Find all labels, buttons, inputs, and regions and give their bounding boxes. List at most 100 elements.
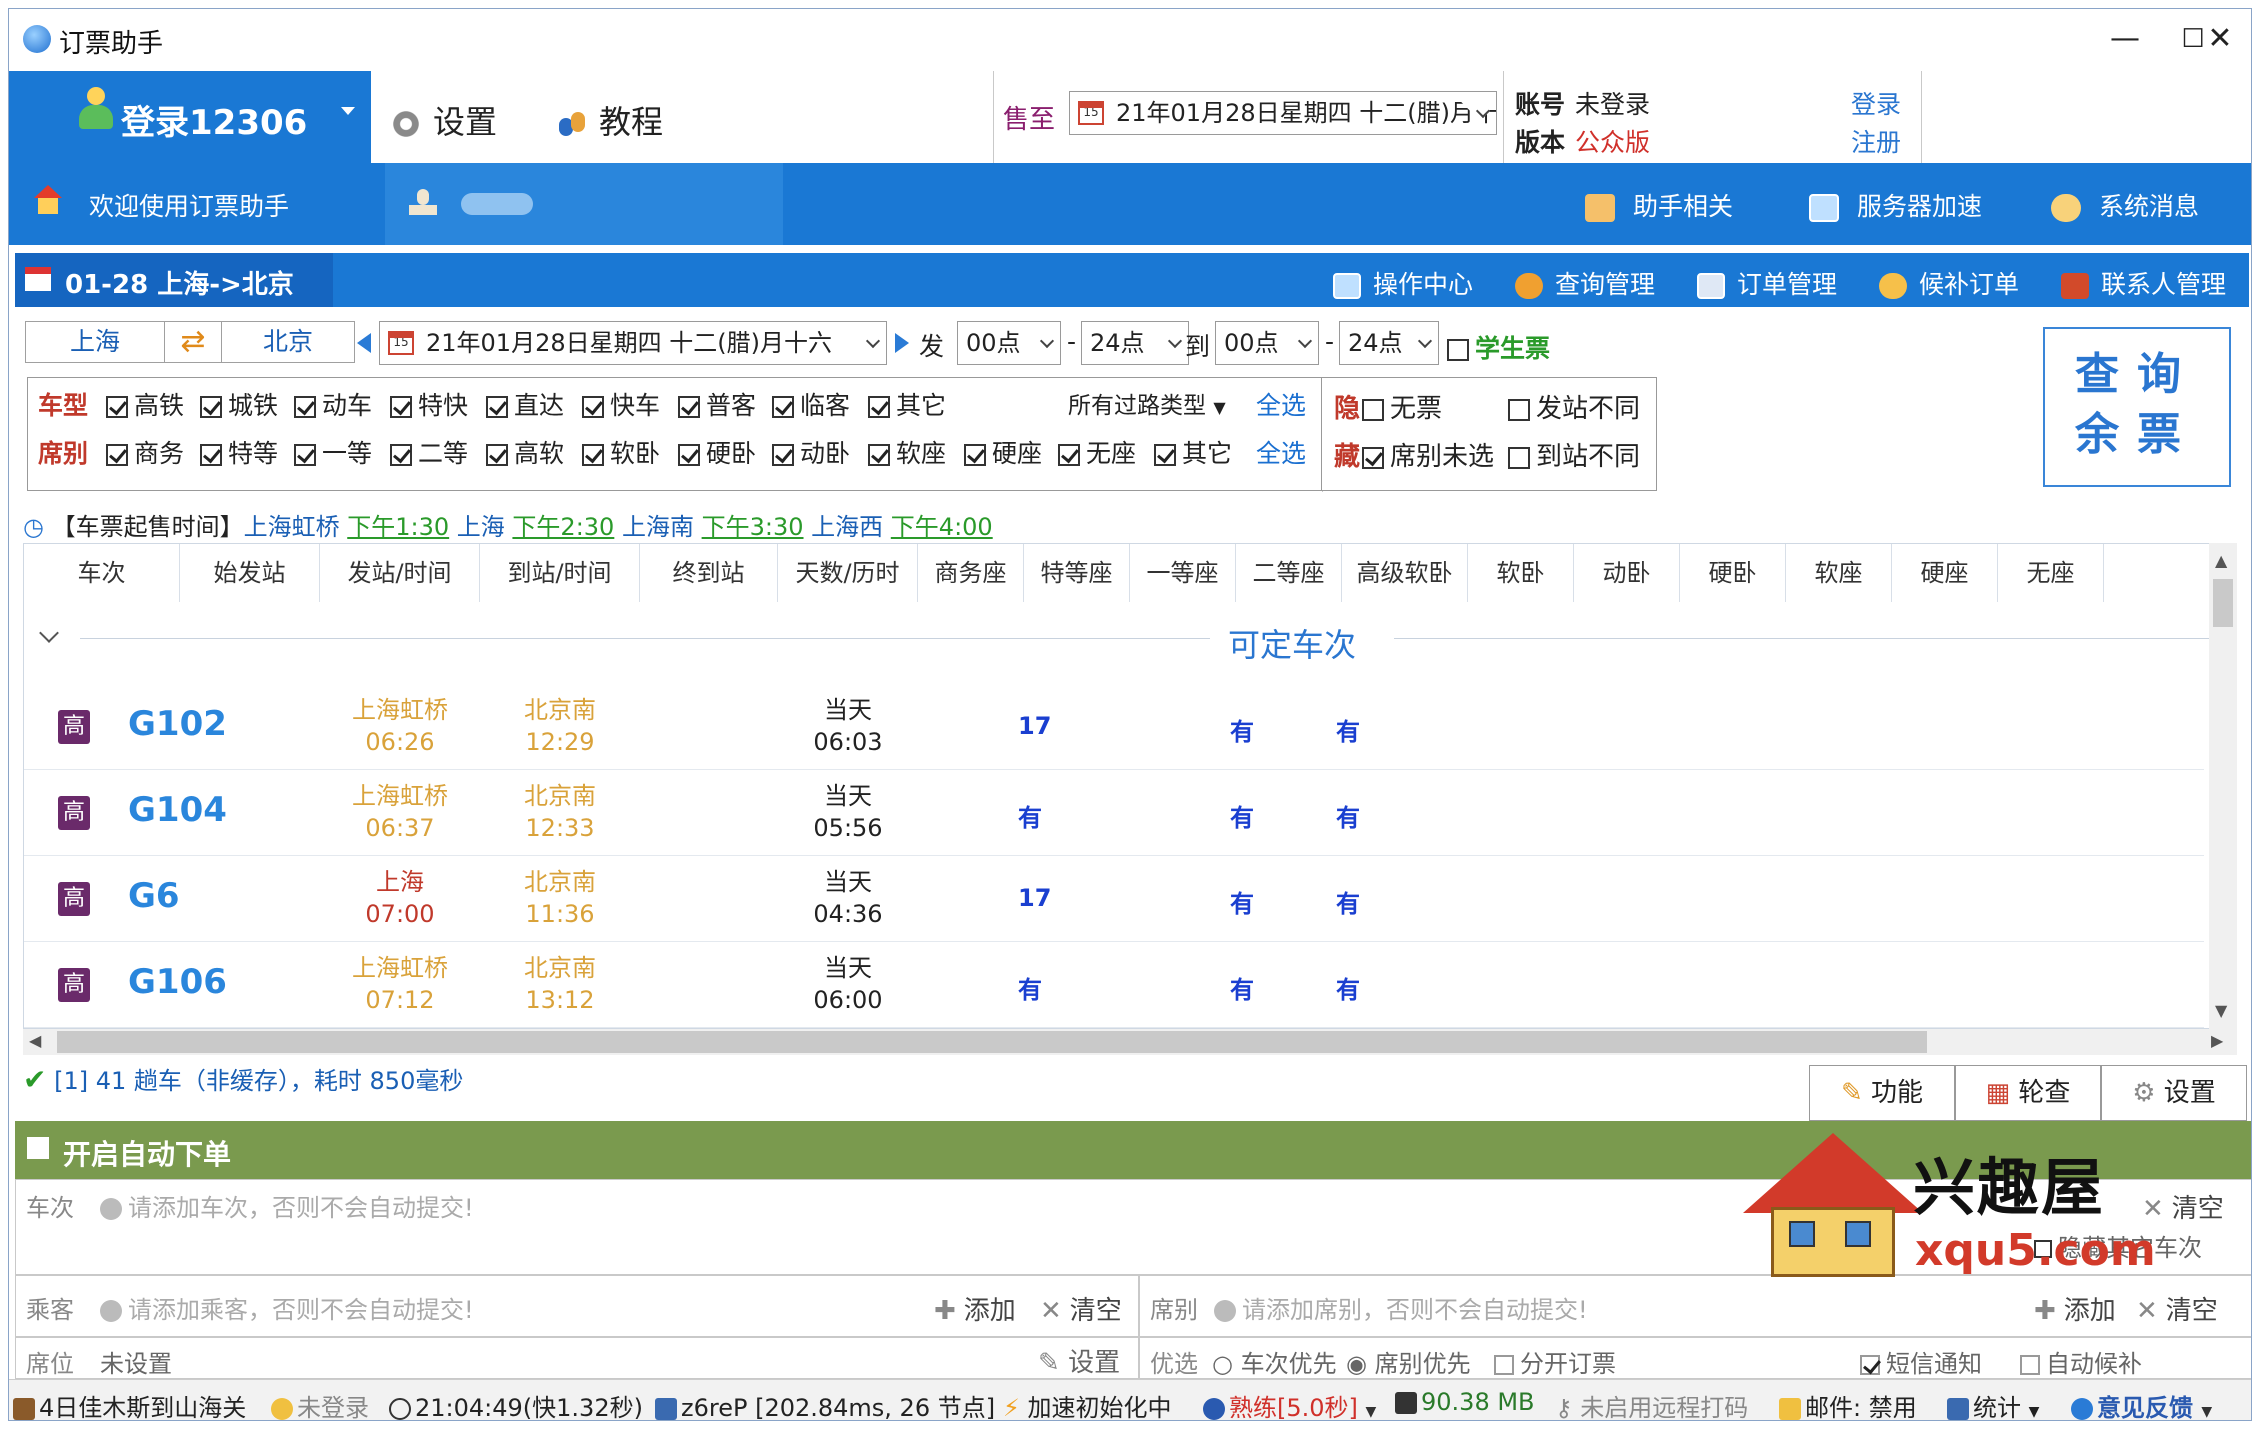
col-header[interactable]: 始发站	[180, 544, 320, 602]
checkbox[interactable]	[1058, 444, 1080, 466]
train-first-radio[interactable]: ○ 车次优先	[1212, 1344, 1337, 1379]
train-number[interactable]: G102	[128, 704, 227, 744]
to-station-input[interactable]: 北京	[221, 321, 355, 363]
second-class-seat[interactable]: 有	[1336, 798, 1360, 833]
checkbox[interactable]	[390, 444, 412, 466]
vertical-scrollbar[interactable]: ▲ ▼	[2209, 543, 2237, 1029]
login-link[interactable]: 登录	[1851, 85, 1901, 121]
contacts-manage-tab[interactable]: 联系人管理	[2061, 265, 2226, 301]
news-item[interactable]: 4日佳木斯到山海关	[13, 1388, 246, 1420]
type-dongche[interactable]: 动车	[294, 386, 372, 422]
scroll-up-icon[interactable]: ▲	[2215, 551, 2227, 570]
tutorial-button[interactable]: 教程	[557, 97, 663, 143]
seat-dongwo[interactable]: 动卧	[772, 434, 850, 470]
query-manage-tab[interactable]: 查询管理	[1515, 265, 1655, 301]
seat-second[interactable]: 二等	[390, 434, 468, 470]
status-settings-button[interactable]: ⚙ 设置	[2101, 1065, 2247, 1121]
checkbox[interactable]	[772, 396, 794, 418]
clear-passengers-button[interactable]: ✕ 清空	[1040, 1290, 1122, 1327]
second-class-seat[interactable]: 有	[1336, 970, 1360, 1005]
checkbox[interactable]	[1494, 1355, 1514, 1375]
type-tekuai[interactable]: 特快	[390, 386, 468, 422]
arrive-start-select[interactable]: 00点	[1215, 321, 1319, 365]
poll-query-button[interactable]: ▦ 轮查	[1955, 1065, 2101, 1121]
checkbox[interactable]	[486, 444, 508, 466]
radio-icon[interactable]: ○	[1212, 1350, 1233, 1378]
group-header[interactable]: 可定车次	[24, 608, 2222, 668]
table-row[interactable]: 高 G106 上海虹桥 07:12 北京南 13:12 当天 06:00 有 有 有	[24, 942, 2204, 1028]
travel-date-select[interactable]: 15 21年01月28日星期四 十二(腊)月十六	[379, 321, 887, 365]
seat-first-radio[interactable]: ◉ 席别优先	[1346, 1344, 1471, 1379]
col-header[interactable]: 动卧	[1574, 544, 1680, 602]
seat-first[interactable]: 一等	[294, 434, 372, 470]
order-manage-tab[interactable]: 订单管理	[1697, 265, 1837, 301]
type-zhida[interactable]: 直达	[486, 386, 564, 422]
first-class-seat[interactable]: 有	[1230, 970, 1254, 1005]
col-header[interactable]: 二等座	[1236, 544, 1342, 602]
train-number[interactable]: G6	[128, 876, 180, 916]
server-accel-menu[interactable]: 服务器加速	[1809, 187, 1982, 223]
seat-hardseat[interactable]: 硬座	[964, 434, 1042, 470]
clock-status[interactable]: 21:04:49(快1.32秒)	[389, 1388, 643, 1420]
col-header[interactable]: 软卧	[1468, 544, 1574, 602]
register-link[interactable]: 注册	[1851, 123, 1901, 159]
train-number[interactable]: G104	[128, 790, 227, 830]
col-header[interactable]: 高级软卧	[1342, 544, 1468, 602]
sale-time[interactable]: 下午1:30	[347, 513, 449, 541]
system-message-menu[interactable]: 系统消息	[2051, 187, 2199, 223]
second-class-seat[interactable]: 有	[1336, 712, 1360, 747]
scroll-right-icon[interactable]: ▶	[2211, 1031, 2223, 1050]
checkbox[interactable]	[106, 396, 128, 418]
checkbox[interactable]	[106, 444, 128, 466]
second-class-seat[interactable]: 有	[1336, 884, 1360, 919]
checkbox[interactable]	[678, 444, 700, 466]
business-seat[interactable]: 有	[1018, 798, 1042, 833]
checkbox[interactable]	[1508, 398, 1530, 421]
col-header[interactable]: 软座	[1786, 544, 1892, 602]
checkbox[interactable]	[1860, 1355, 1880, 1375]
user-panel[interactable]	[385, 163, 783, 245]
stats-button[interactable]: 统计 ▼	[1947, 1388, 2039, 1420]
first-class-seat[interactable]: 有	[1230, 798, 1254, 833]
col-header[interactable]: 到站/时间	[480, 544, 640, 602]
checkbox[interactable]	[582, 444, 604, 466]
next-date-button[interactable]	[895, 333, 909, 353]
table-row[interactable]: 高 G6 上海 07:00 北京南 11:36 当天 04:36 17 有 有	[24, 856, 2204, 942]
business-seat[interactable]: 17	[1018, 712, 1051, 740]
sale-station[interactable]: 上海西	[811, 513, 883, 541]
table-row[interactable]: 高 G104 上海虹桥 06:37 北京南 12:33 当天 05:56 有 有 有	[24, 770, 2204, 856]
seat-softsleeper[interactable]: 软卧	[582, 434, 660, 470]
mode-status[interactable]: 熟练[5.0秒] ▼	[1203, 1388, 1376, 1420]
login-button[interactable]: 登录12306	[9, 71, 371, 163]
position-settings-button[interactable]: ✎ 设置	[1038, 1342, 1120, 1379]
from-station-input[interactable]: 上海	[25, 321, 165, 363]
waitlist-order-tab[interactable]: 候补订单	[1879, 265, 2019, 301]
select-all-types[interactable]: 全选	[1256, 386, 1306, 422]
select-all-seats[interactable]: 全选	[1256, 434, 1306, 470]
sale-time[interactable]: 下午2:30	[512, 513, 614, 541]
first-class-seat[interactable]: 有	[1230, 884, 1254, 919]
settings-button[interactable]: 设置	[391, 97, 497, 143]
horizontal-scrollbar[interactable]: ◀ ▶	[23, 1029, 2237, 1055]
hide-seat-unselected[interactable]: 席别未选	[1362, 436, 1494, 473]
type-chengtie[interactable]: 城铁	[200, 386, 278, 422]
seat-special[interactable]: 特等	[200, 434, 278, 470]
checkbox[interactable]	[1154, 444, 1176, 466]
checkbox[interactable]	[200, 444, 222, 466]
checkbox[interactable]	[200, 396, 222, 418]
checkbox[interactable]	[772, 444, 794, 466]
scroll-down-icon[interactable]: ▼	[2215, 1001, 2227, 1020]
seat-business[interactable]: 商务	[106, 434, 184, 470]
seat-hardsleeper[interactable]: 硬卧	[678, 434, 756, 470]
business-seat[interactable]: 有	[1018, 970, 1042, 1005]
checkbox[interactable]	[486, 396, 508, 418]
mail-status[interactable]: 邮件: 禁用	[1779, 1388, 1917, 1420]
helper-menu[interactable]: 助手相关	[1585, 187, 1733, 223]
arrive-end-select[interactable]: 24点	[1339, 321, 1439, 365]
checkbox[interactable]	[868, 444, 890, 466]
col-header[interactable]: 硬座	[1892, 544, 1998, 602]
auto-waitlist-checkbox[interactable]: 自动候补	[2020, 1344, 2142, 1379]
operation-center-tab[interactable]: 操作中心	[1333, 265, 1473, 301]
type-gaotie[interactable]: 高铁	[106, 386, 184, 422]
auto-order-checkbox[interactable]	[27, 1137, 49, 1159]
